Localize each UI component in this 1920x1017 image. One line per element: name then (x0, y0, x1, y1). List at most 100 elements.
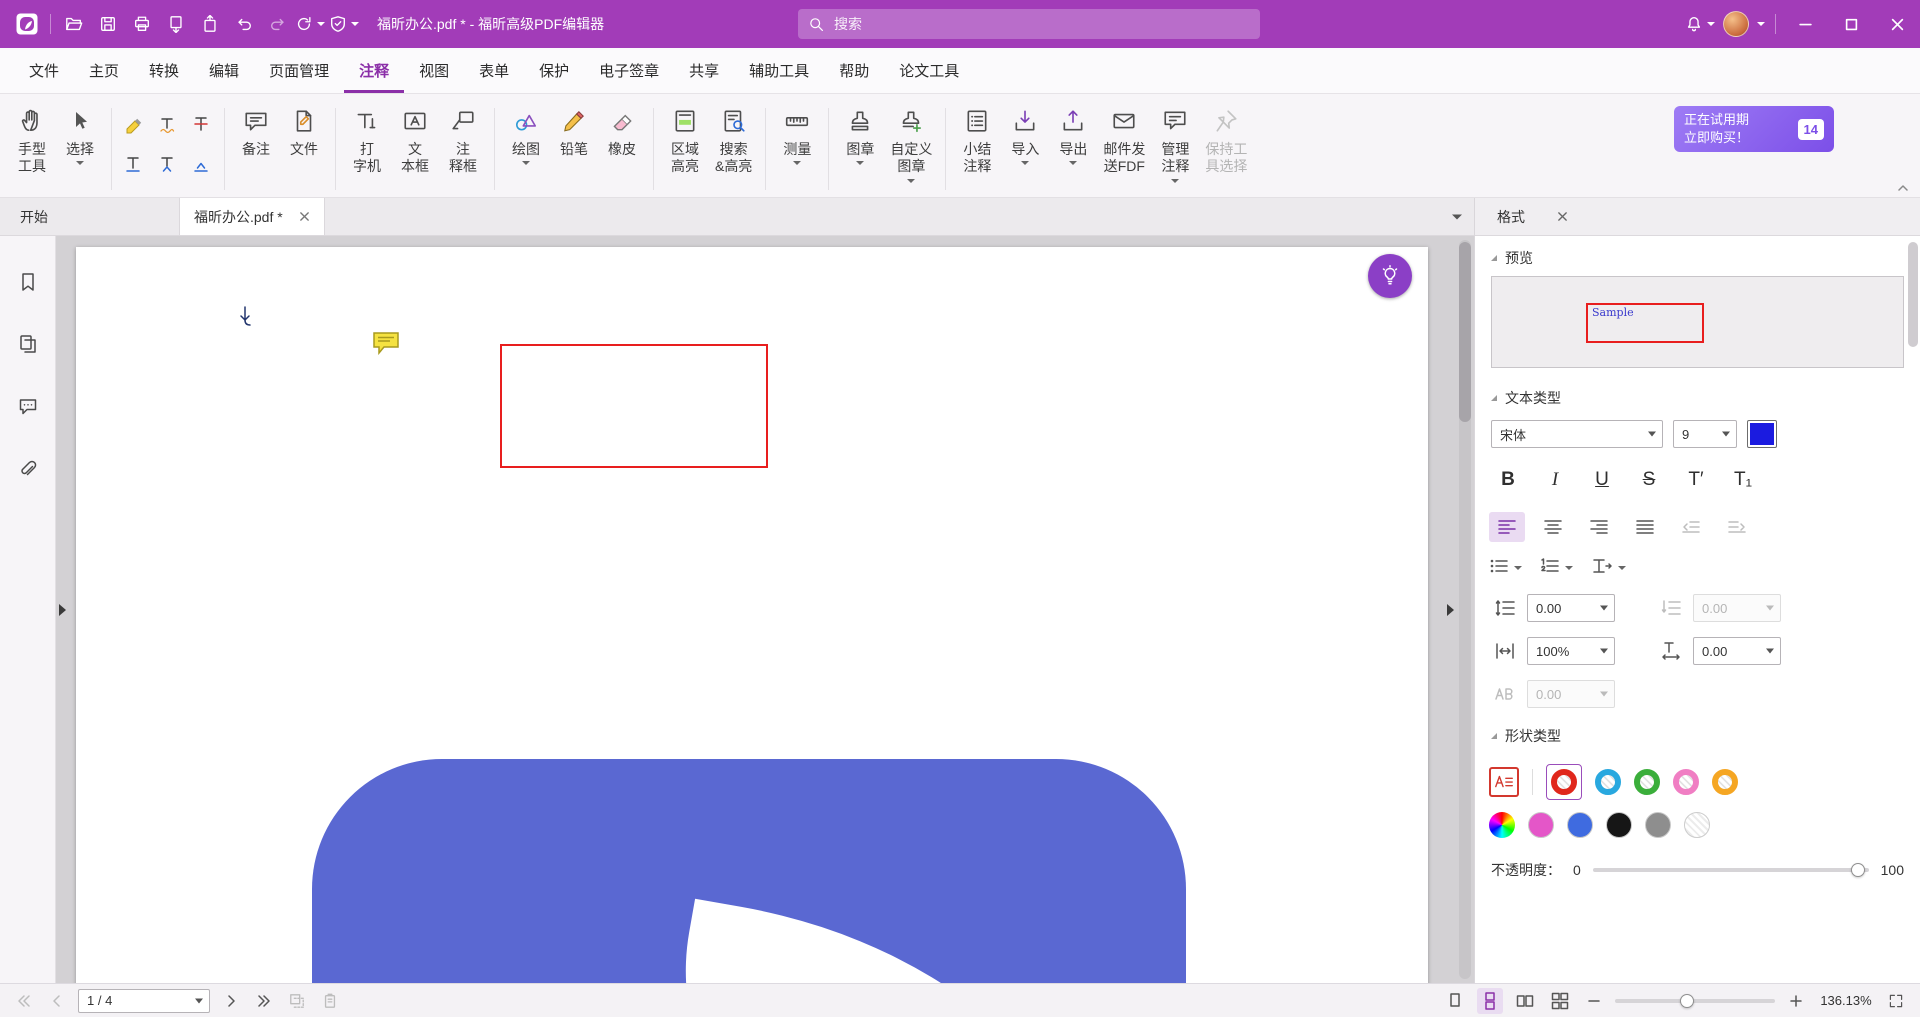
shape-color-gray[interactable] (1645, 812, 1671, 838)
shape-color-pink[interactable] (1673, 769, 1699, 795)
align-right-button[interactable] (1581, 512, 1617, 542)
print-button[interactable] (125, 7, 159, 41)
shape-color-black[interactable] (1606, 812, 1632, 838)
account-avatar[interactable] (1719, 7, 1753, 41)
bullet-list-button[interactable] (1489, 558, 1522, 574)
email-fdf-button[interactable]: 邮件发 送FDF (1097, 98, 1151, 176)
measure-tool-button[interactable]: 测量 (773, 98, 821, 166)
tab-document-active[interactable]: 福昕办公.pdf * (180, 198, 325, 235)
area-highlight-tool-button[interactable]: 区域 高亮 (661, 98, 709, 176)
notifications-button[interactable] (1685, 7, 1719, 41)
shape-color-magenta[interactable] (1528, 812, 1554, 838)
expand-left-panel-handle[interactable] (56, 597, 68, 623)
bold-button[interactable]: B (1489, 464, 1527, 496)
text-type-section-header[interactable]: 文本类型 (1475, 378, 1920, 414)
font-size-select[interactable]: 9 (1673, 420, 1737, 448)
shape-color-cyan[interactable] (1595, 769, 1621, 795)
typewriter-tool-button[interactable]: 打 字机 (343, 98, 391, 176)
menu-esign[interactable]: 电子签章 (584, 48, 674, 93)
menu-view[interactable]: 视图 (404, 48, 464, 93)
protect-menu-button[interactable] (329, 7, 363, 41)
menu-thesis-tools[interactable]: 论文工具 (884, 48, 974, 93)
custom-stamp-tool-button[interactable]: 自定义 图章 (884, 98, 938, 183)
export-comments-button[interactable]: 导出 (1049, 98, 1097, 166)
strikeout-tool-button[interactable] (187, 110, 215, 138)
align-justify-button[interactable] (1627, 512, 1663, 542)
font-family-select[interactable]: 宋体 (1491, 420, 1663, 448)
line-spacing-select[interactable]: 0.00 (1527, 594, 1615, 622)
stamp-tool-button[interactable]: 图章 (836, 98, 884, 166)
document-canvas[interactable] (56, 236, 1474, 983)
snapshot-button[interactable] (285, 989, 309, 1013)
draw-tool-button[interactable]: 绘图 (502, 98, 550, 166)
fullscreen-button[interactable] (1884, 989, 1908, 1013)
note-annotation[interactable] (372, 331, 400, 360)
account-dropdown-caret[interactable] (1757, 22, 1765, 26)
shape-color-orange[interactable] (1712, 769, 1738, 795)
collapse-ribbon-button[interactable] (1896, 183, 1910, 193)
facing-continuous-view-button[interactable] (1547, 988, 1573, 1014)
shape-type-section-header[interactable]: 形状类型 (1475, 708, 1920, 752)
character-scale-select[interactable]: 100% (1527, 637, 1615, 665)
rectangle-annotation[interactable] (500, 344, 768, 468)
zoom-out-button[interactable] (1582, 989, 1606, 1013)
tab-list-dropdown[interactable] (1452, 214, 1462, 219)
menu-home[interactable]: 主页 (74, 48, 134, 93)
menu-edit[interactable]: 编辑 (194, 48, 254, 93)
search-highlight-tool-button[interactable]: 搜索 &高亮 (709, 98, 758, 176)
extract-page-button[interactable] (193, 7, 227, 41)
previous-page-button[interactable] (45, 989, 69, 1013)
redo-button[interactable] (261, 7, 295, 41)
attachments-panel-button[interactable] (12, 452, 44, 484)
menu-convert[interactable]: 转换 (134, 48, 194, 93)
replace-text-tool-button[interactable] (153, 150, 181, 178)
facing-view-button[interactable] (1512, 988, 1538, 1014)
comments-panel-button[interactable] (12, 390, 44, 422)
decrease-indent-button[interactable] (1673, 512, 1709, 542)
export-page-button[interactable] (159, 7, 193, 41)
share-menu-button[interactable] (295, 7, 329, 41)
menu-share[interactable]: 共享 (674, 48, 734, 93)
first-page-button[interactable] (12, 989, 36, 1013)
shape-color-red[interactable] (1551, 769, 1577, 795)
pdf-page[interactable] (76, 247, 1428, 983)
shape-color-white[interactable] (1684, 812, 1710, 838)
menu-organize[interactable]: 页面管理 (254, 48, 344, 93)
vertical-scrollbar[interactable] (1459, 240, 1471, 979)
search-input[interactable] (832, 15, 1250, 33)
shape-color-green[interactable] (1634, 769, 1660, 795)
file-attach-tool-button[interactable]: 文件 (280, 98, 328, 159)
preview-section-header[interactable]: 预览 (1475, 238, 1920, 274)
tab-close-icon[interactable] (299, 211, 310, 222)
select-tool-button[interactable]: 选择 (56, 98, 104, 166)
underline-button[interactable]: U (1583, 464, 1621, 496)
insert-text-cursor-annotation[interactable] (236, 305, 254, 329)
next-page-button[interactable] (219, 989, 243, 1013)
kerning-select[interactable]: 0.00 (1527, 680, 1615, 708)
open-file-button[interactable] (57, 7, 91, 41)
text-direction-button[interactable] (1591, 558, 1626, 574)
summary-comments-button[interactable]: 小结 注释 (953, 98, 1001, 176)
manage-comments-button[interactable]: 管理 注释 (1151, 98, 1199, 183)
highlight-tool-button[interactable] (119, 110, 147, 138)
paragraph-spacing-select[interactable]: 0.00 (1693, 594, 1781, 622)
color-wheel-button[interactable] (1489, 812, 1515, 838)
page-number-select[interactable]: 1 / 4 (78, 989, 210, 1013)
zoom-level[interactable]: 136.13% (1817, 993, 1875, 1008)
hand-tool-button[interactable]: 手型 工具 (8, 98, 56, 176)
clipboard-button[interactable] (318, 989, 342, 1013)
menu-form[interactable]: 表单 (464, 48, 524, 93)
text-style-shape-button[interactable] (1489, 767, 1519, 797)
assistant-lightbulb-button[interactable] (1368, 254, 1412, 298)
close-button[interactable] (1874, 0, 1920, 48)
minimize-button[interactable] (1782, 0, 1828, 48)
numbered-list-button[interactable] (1540, 558, 1573, 574)
zoom-in-button[interactable] (1784, 989, 1808, 1013)
panel-scrollbar-thumb[interactable] (1908, 242, 1918, 347)
insert-text-tool-button[interactable] (187, 150, 215, 178)
last-page-button[interactable] (252, 989, 276, 1013)
undo-button[interactable] (227, 7, 261, 41)
page-thumbnails-button[interactable] (12, 328, 44, 360)
eraser-tool-button[interactable]: 橡皮 (598, 98, 646, 159)
menu-help[interactable]: 帮助 (824, 48, 884, 93)
